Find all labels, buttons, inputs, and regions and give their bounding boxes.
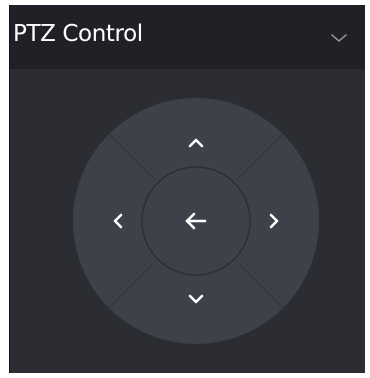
chevron-down-icon [331,34,347,42]
ptz-control-panel: PTZ Control [9,5,365,373]
pan-down-button[interactable] [168,271,224,327]
ptz-direction-pad [72,97,320,345]
arrow-left-icon [185,212,207,230]
center-button[interactable] [168,193,224,249]
pan-right-button[interactable] [246,193,302,249]
pan-left-button[interactable] [90,193,146,249]
collapse-button[interactable] [326,25,352,51]
chevron-up-icon [188,138,204,148]
chevron-right-icon [269,213,279,229]
panel-title: PTZ Control [13,21,143,47]
panel-header[interactable]: PTZ Control [10,5,365,69]
chevron-left-icon [113,213,123,229]
chevron-down-icon [188,294,204,304]
pan-up-button[interactable] [168,115,224,171]
